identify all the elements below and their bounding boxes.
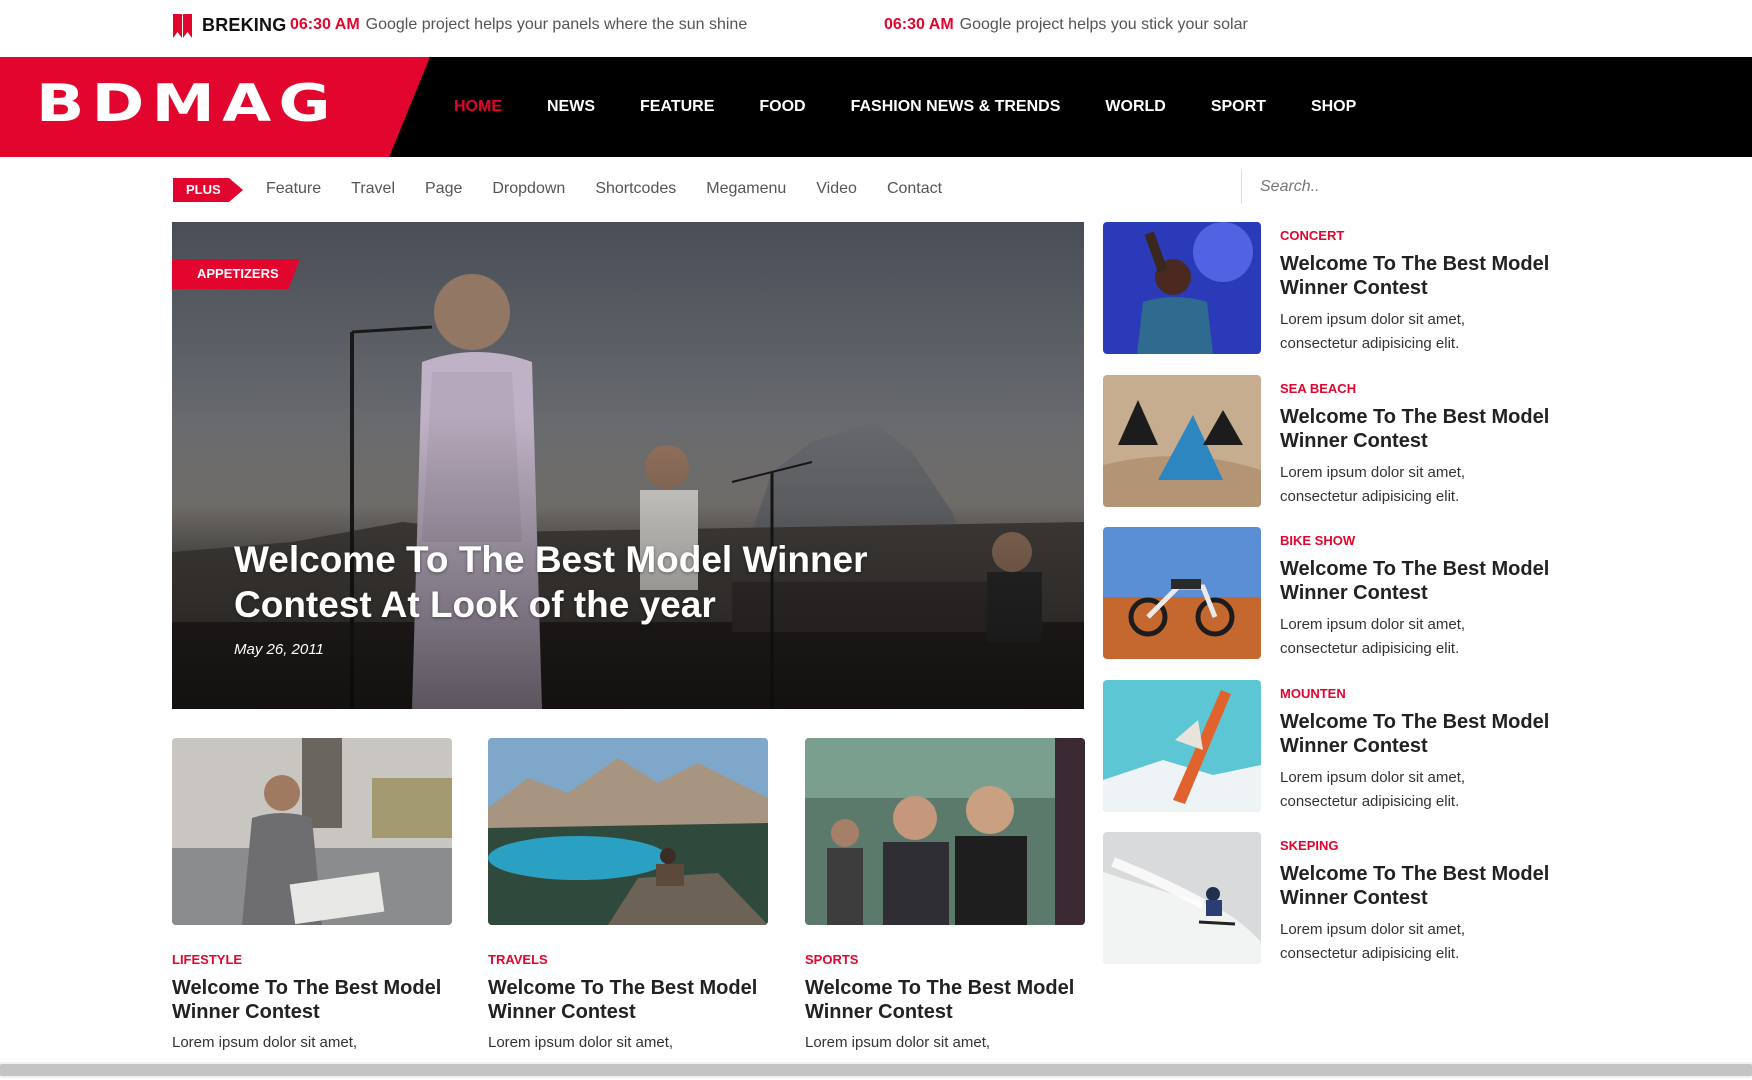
- logo-block[interactable]: BDMAG: [0, 57, 430, 157]
- sidebar-post-thumbnail[interactable]: [1103, 680, 1261, 812]
- bookmark-icon: [173, 14, 192, 38]
- concert-image: [1103, 222, 1261, 354]
- article-title[interactable]: Welcome To The Best Model Winner Contest: [805, 976, 1085, 1024]
- subnav-item-travel[interactable]: Travel: [351, 180, 395, 198]
- nav-item-fashion[interactable]: FASHION NEWS & TRENDS: [851, 98, 1061, 116]
- article-card[interactable]: SPORTS Welcome To The Best Model Winner …: [805, 738, 1085, 1051]
- sidebar-post-category[interactable]: CONCERT: [1280, 228, 1344, 243]
- hero-date: May 26, 2011: [234, 641, 324, 658]
- news-time: 06:30 AM: [290, 16, 360, 33]
- hero-overlay: [172, 222, 1084, 709]
- article-category[interactable]: LIFESTYLE: [172, 952, 242, 967]
- mountain-image: [1103, 680, 1261, 812]
- sidebar-post-thumbnail[interactable]: [1103, 375, 1261, 507]
- article-thumbnail[interactable]: [172, 738, 452, 925]
- sidebar-post-thumbnail[interactable]: [1103, 832, 1261, 964]
- sports-image: [805, 738, 1085, 925]
- hero-feature[interactable]: APPETIZERS Welcome To The Best Model Win…: [172, 222, 1084, 709]
- bike-show-image: [1103, 527, 1261, 659]
- sidebar-post[interactable]: CONCERT Welcome To The Best Model Winner…: [1103, 222, 1563, 354]
- sidebar-post-category[interactable]: BIKE SHOW: [1280, 533, 1355, 548]
- nav-item-news[interactable]: NEWS: [547, 98, 595, 116]
- plus-tag: PLUS: [173, 178, 243, 202]
- horizontal-scrollbar[interactable]: [0, 1060, 1752, 1080]
- sidebar-post[interactable]: BIKE SHOW Welcome To The Best Model Winn…: [1103, 527, 1563, 659]
- sidebar-post[interactable]: SEA BEACH Welcome To The Best Model Winn…: [1103, 375, 1563, 507]
- nav-item-home[interactable]: HOME: [454, 98, 502, 116]
- hero-title[interactable]: Welcome To The Best Model Winner Contest…: [234, 537, 934, 627]
- breaking-label: BREKING: [202, 15, 287, 35]
- nav-item-world[interactable]: WORLD: [1105, 98, 1165, 116]
- main-nav: HOME NEWS FEATURE FOOD FASHION NEWS & TR…: [454, 57, 1401, 157]
- nav-item-food[interactable]: FOOD: [759, 98, 805, 116]
- breaking-news-item[interactable]: 06:30 AM Google project helps you stick y…: [884, 16, 1248, 34]
- news-time: 06:30 AM: [884, 16, 954, 33]
- travel-image: [488, 738, 768, 925]
- scrollbar-thumb[interactable]: [0, 1064, 1752, 1076]
- sub-nav-links: Feature Travel Page Dropdown Shortcodes …: [266, 180, 972, 198]
- breaking-news-item[interactable]: 06:30 AM Google project helps your panels…: [290, 16, 747, 34]
- sidebar-post-title[interactable]: Welcome To The Best Model Winner Contest: [1280, 252, 1550, 300]
- sidebar-post-excerpt: Lorem ipsum dolor sit amet, consectetur …: [1280, 464, 1466, 505]
- sidebar-post-excerpt: Lorem ipsum dolor sit amet, consectetur …: [1280, 311, 1466, 352]
- article-card[interactable]: TRAVELS Welcome To The Best Model Winner…: [488, 738, 768, 1051]
- article-excerpt: Lorem ipsum dolor sit amet,: [488, 1034, 674, 1051]
- subnav-item-contact[interactable]: Contact: [887, 180, 942, 198]
- nav-item-shop[interactable]: SHOP: [1311, 98, 1356, 116]
- article-excerpt: Lorem ipsum dolor sit amet,: [172, 1034, 358, 1051]
- subnav-item-page[interactable]: Page: [425, 180, 462, 198]
- article-card[interactable]: LIFESTYLE Welcome To The Best Model Winn…: [172, 738, 452, 1051]
- subnav-item-megamenu[interactable]: Megamenu: [706, 180, 786, 198]
- sidebar-post-excerpt: Lorem ipsum dolor sit amet, consectetur …: [1280, 921, 1466, 962]
- article-excerpt: Lorem ipsum dolor sit amet,: [805, 1034, 991, 1051]
- news-text: Google project helps your panels where t…: [365, 16, 748, 33]
- sidebar-post[interactable]: MOUNTEN Welcome To The Best Model Winner…: [1103, 680, 1563, 812]
- sidebar-post-thumbnail[interactable]: [1103, 527, 1261, 659]
- search-box: [1241, 170, 1541, 204]
- breaking-news-bar: BREKING 06:30 AM Google project helps you…: [0, 0, 1752, 57]
- skiing-image: [1103, 832, 1261, 964]
- sidebar-post-category[interactable]: SKEPING: [1280, 838, 1339, 853]
- sea-beach-image: [1103, 375, 1261, 507]
- sidebar-post-title[interactable]: Welcome To The Best Model Winner Contest: [1280, 710, 1550, 758]
- site-logo[interactable]: BDMAG: [36, 74, 338, 134]
- article-thumbnail[interactable]: [488, 738, 768, 925]
- article-category[interactable]: TRAVELS: [488, 952, 548, 967]
- sidebar-post-title[interactable]: Welcome To The Best Model Winner Contest: [1280, 557, 1550, 605]
- sidebar-post-title[interactable]: Welcome To The Best Model Winner Contest: [1280, 405, 1550, 453]
- sub-nav: PLUS Feature Travel Page Dropdown Shortc…: [173, 170, 1573, 210]
- search-input[interactable]: [1260, 178, 1520, 196]
- article-title[interactable]: Welcome To The Best Model Winner Contest: [488, 976, 768, 1024]
- article-title[interactable]: Welcome To The Best Model Winner Contest: [172, 976, 452, 1024]
- subnav-item-feature[interactable]: Feature: [266, 180, 321, 198]
- site-header: BDMAG HOME NEWS FEATURE FOOD FASHION NEW…: [0, 57, 1752, 157]
- article-category[interactable]: SPORTS: [805, 952, 858, 967]
- nav-item-feature[interactable]: FEATURE: [640, 98, 714, 116]
- sidebar-post-thumbnail[interactable]: [1103, 222, 1261, 354]
- subnav-item-shortcodes[interactable]: Shortcodes: [595, 180, 676, 198]
- nav-item-sport[interactable]: SPORT: [1211, 98, 1266, 116]
- sidebar-post-category[interactable]: MOUNTEN: [1280, 686, 1346, 701]
- article-thumbnail[interactable]: [805, 738, 1085, 925]
- sidebar-post-title[interactable]: Welcome To The Best Model Winner Contest: [1280, 862, 1550, 910]
- sidebar-post[interactable]: SKEPING Welcome To The Best Model Winner…: [1103, 832, 1563, 964]
- hero-category-tag[interactable]: APPETIZERS: [172, 259, 300, 289]
- sidebar-post-excerpt: Lorem ipsum dolor sit amet, consectetur …: [1280, 769, 1466, 810]
- sidebar-post-category[interactable]: SEA BEACH: [1280, 381, 1356, 396]
- subnav-item-dropdown[interactable]: Dropdown: [492, 180, 565, 198]
- subnav-item-video[interactable]: Video: [816, 180, 857, 198]
- sidebar-post-excerpt: Lorem ipsum dolor sit amet, consectetur …: [1280, 616, 1466, 657]
- lifestyle-image: [172, 738, 452, 925]
- news-text: Google project helps you stick your sola…: [959, 16, 1248, 33]
